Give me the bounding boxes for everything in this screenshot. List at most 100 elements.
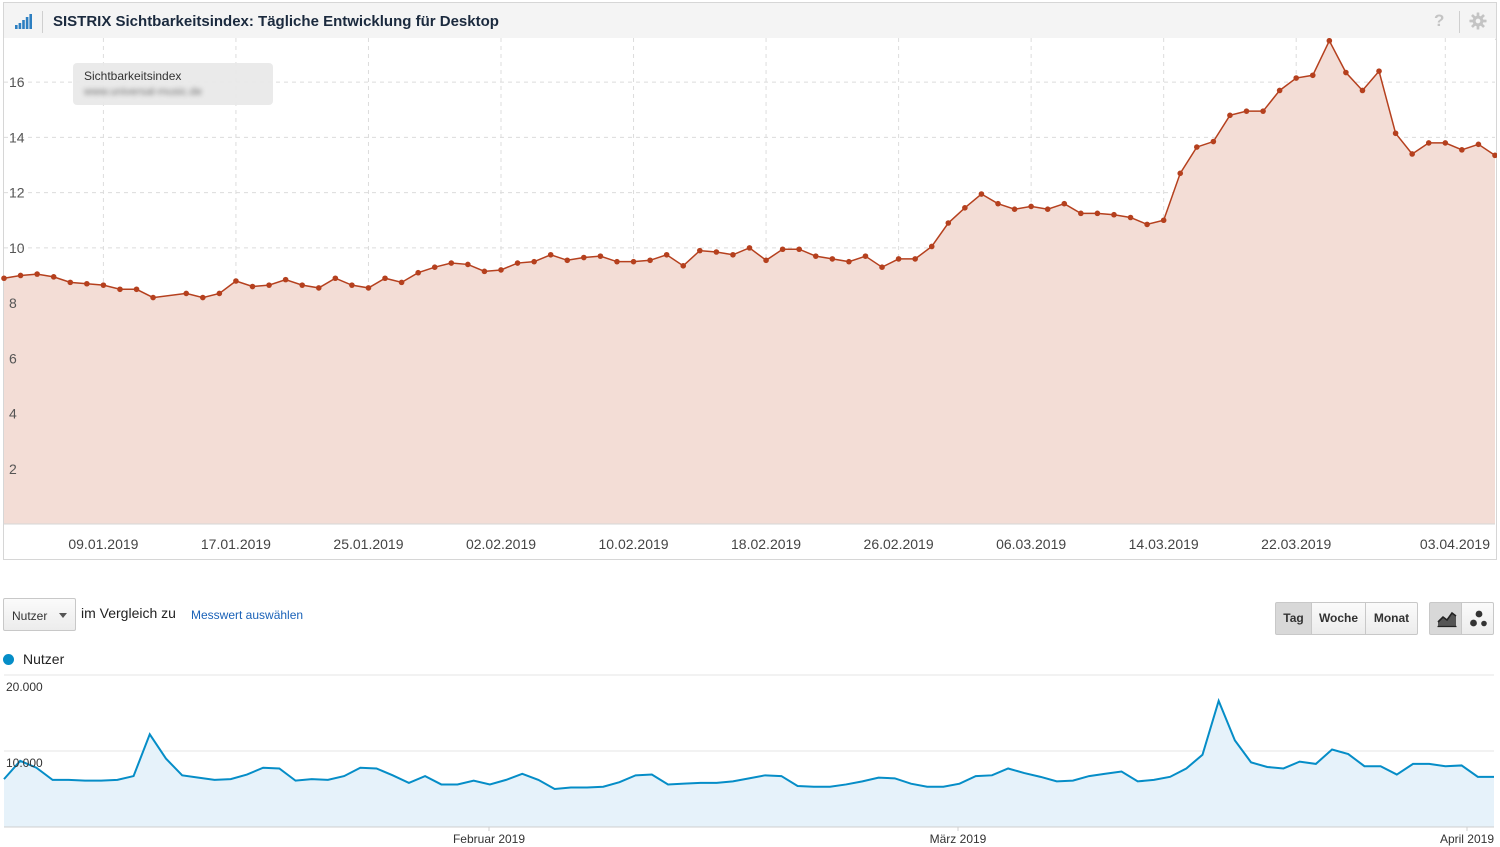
data-point xyxy=(1044,206,1051,213)
gear-icon[interactable] xyxy=(1469,12,1487,30)
data-point xyxy=(1011,206,1018,213)
data-point xyxy=(1094,210,1101,217)
metric-dropdown-value: Nutzer xyxy=(12,609,48,623)
data-point xyxy=(249,283,256,290)
data-point xyxy=(1392,130,1399,137)
x-tick-label: Februar 2019 xyxy=(453,832,525,846)
data-point xyxy=(34,271,40,277)
data-point xyxy=(1475,141,1482,148)
data-point xyxy=(415,269,421,276)
y-tick-label: 12 xyxy=(9,185,25,201)
data-point xyxy=(1061,200,1068,207)
data-point xyxy=(879,264,885,270)
metric-dropdown[interactable]: Nutzer xyxy=(3,598,76,631)
data-point xyxy=(349,282,355,288)
data-point xyxy=(647,257,653,264)
x-tick-label: 26.02.2019 xyxy=(864,536,934,552)
data-point xyxy=(846,258,852,265)
data-point xyxy=(746,245,753,251)
data-point xyxy=(862,253,869,259)
data-point xyxy=(465,261,471,268)
data-point xyxy=(233,278,239,284)
data-point xyxy=(183,290,190,297)
x-tick-label: 25.01.2019 xyxy=(333,536,403,552)
data-point xyxy=(630,258,637,265)
motion-chart-button[interactable] xyxy=(1461,602,1494,635)
data-point xyxy=(1376,68,1382,74)
data-point xyxy=(1078,210,1084,217)
y-tick-label: 6 xyxy=(9,350,17,366)
data-point xyxy=(1,275,7,282)
legend-series-label: Sichtbarkeitsindex xyxy=(84,69,182,83)
y-tick-label: 10 xyxy=(9,240,25,256)
data-point xyxy=(1144,221,1150,228)
data-point xyxy=(1028,203,1034,210)
header-divider xyxy=(1459,11,1460,33)
data-point xyxy=(67,279,74,286)
header-divider xyxy=(42,11,43,33)
data-point xyxy=(547,251,554,258)
data-point xyxy=(431,264,438,270)
x-tick-label: 18.02.2019 xyxy=(731,536,801,552)
help-icon[interactable]: ? xyxy=(1434,11,1444,31)
data-point xyxy=(150,294,156,301)
data-point xyxy=(680,263,687,269)
data-point xyxy=(498,267,504,273)
line-chart-button[interactable] xyxy=(1429,602,1462,635)
data-point xyxy=(597,253,604,259)
month-button[interactable]: Monat xyxy=(1365,602,1418,635)
data-point xyxy=(1326,38,1333,44)
data-point xyxy=(1425,140,1432,146)
data-point xyxy=(1194,144,1200,150)
data-point xyxy=(1243,108,1250,114)
ga-users-chart: 10.000 20.000 Februar 2019 März 2019 April 2… xyxy=(3,674,1494,846)
x-tick-label: 22.03.2019 xyxy=(1261,536,1331,552)
chevron-down-icon xyxy=(59,613,67,618)
day-button[interactable]: Tag xyxy=(1275,602,1312,635)
data-point xyxy=(1442,140,1449,146)
select-metric-link[interactable]: Messwert auswählen xyxy=(191,608,303,622)
data-point xyxy=(1160,217,1167,224)
data-point xyxy=(282,276,289,283)
data-point xyxy=(84,280,90,287)
data-point xyxy=(713,249,720,255)
data-point xyxy=(730,251,736,258)
data-point xyxy=(945,220,952,226)
data-point xyxy=(614,258,620,265)
compare-label: im Vergleich zu xyxy=(81,605,176,621)
data-point xyxy=(266,282,272,288)
users-area xyxy=(4,700,1494,827)
data-point xyxy=(1459,147,1465,153)
week-button[interactable]: Woche xyxy=(1311,602,1366,635)
data-point xyxy=(1409,151,1415,157)
data-point xyxy=(1343,69,1349,76)
x-tick-label: 03.04.2019 xyxy=(1420,536,1490,552)
data-point xyxy=(581,254,587,261)
signal-bars-icon xyxy=(15,14,32,29)
x-tick-label: April 2019 xyxy=(1440,832,1494,846)
data-point xyxy=(962,205,968,211)
data-point xyxy=(200,294,206,301)
data-point xyxy=(100,282,107,288)
x-tick-label: 09.01.2019 xyxy=(68,536,138,552)
data-point xyxy=(398,279,405,286)
data-point xyxy=(1227,112,1233,119)
chart-tooltip-legend: Sichtbarkeitsindex www.universal-music.d… xyxy=(73,63,273,105)
x-tick-label: März 2019 xyxy=(930,832,987,846)
data-point xyxy=(514,260,521,266)
y-tick-label: 2 xyxy=(9,461,17,477)
data-point xyxy=(531,258,537,265)
data-point xyxy=(995,200,1001,207)
y-tick-label: 10.000 xyxy=(6,756,43,770)
x-tick-label: 14.03.2019 xyxy=(1129,536,1199,552)
data-point xyxy=(1293,75,1299,81)
data-point xyxy=(829,256,836,262)
data-point xyxy=(1111,211,1117,218)
data-point xyxy=(299,282,306,288)
data-point xyxy=(697,247,703,254)
x-tick-label: 17.01.2019 xyxy=(201,536,271,552)
data-point xyxy=(763,257,769,264)
data-point xyxy=(564,257,571,264)
data-point xyxy=(133,286,140,293)
data-point xyxy=(448,260,455,266)
